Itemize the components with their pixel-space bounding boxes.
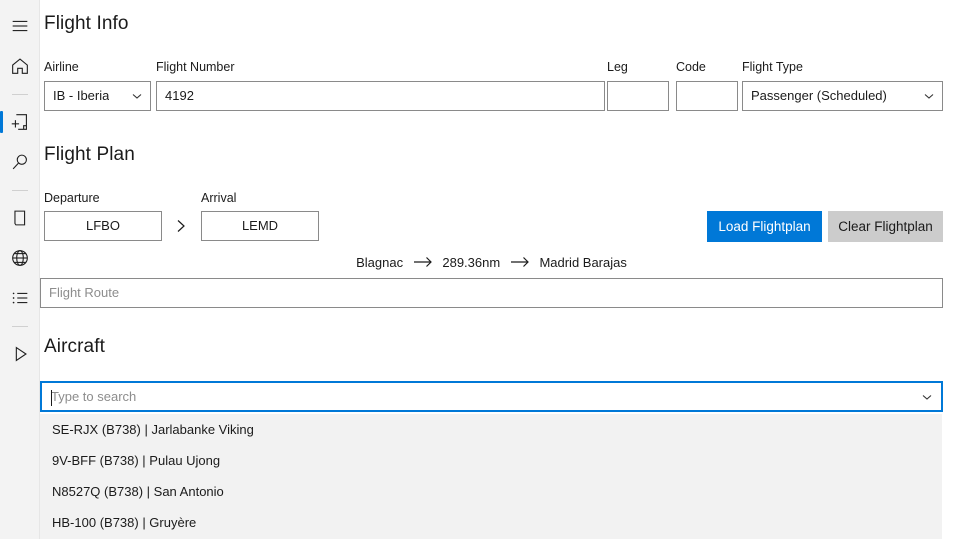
- arrival-input[interactable]: LEMD: [201, 211, 319, 241]
- globe-icon: [12, 250, 28, 266]
- sidebar-navigation: [0, 0, 40, 539]
- hamburger-menu-icon: [12, 20, 28, 32]
- route-chevron-icon: [177, 220, 185, 232]
- leg-input[interactable]: [607, 81, 669, 111]
- sidebar-separator-3: [0, 318, 40, 334]
- sidebar-separator-2: [0, 182, 40, 198]
- list-icon: [12, 292, 28, 304]
- sidebar-separator-1: [0, 86, 40, 102]
- arrival-label: Arrival: [201, 191, 237, 205]
- home-icon: [12, 58, 28, 74]
- airline-select-value: IB - Iberia: [53, 88, 110, 103]
- chevron-down-icon: [132, 94, 142, 99]
- arrow-right-icon: [413, 257, 432, 267]
- list-item[interactable]: HB-100 (B738) | Gruyère: [40, 507, 942, 538]
- document-icon: [14, 210, 26, 226]
- clear-flightplan-button[interactable]: Clear Flightplan: [828, 211, 943, 242]
- sidebar-item-network[interactable]: [0, 238, 40, 278]
- route-origin-name: Blagnac: [356, 255, 404, 270]
- flight-plan-heading: Flight Plan: [44, 144, 135, 165]
- sidebar-item-menu[interactable]: [0, 6, 40, 46]
- flight-number-input[interactable]: 4192: [156, 81, 605, 111]
- airline-select[interactable]: IB - Iberia: [44, 81, 151, 111]
- sidebar-item-new-flight[interactable]: [0, 102, 40, 142]
- flight-info-heading: Flight Info: [44, 13, 129, 34]
- list-item[interactable]: SE-RJX (B738) | Jarlabanke Viking: [40, 414, 942, 445]
- list-item[interactable]: N8527Q (B738) | San Antonio: [40, 476, 942, 507]
- main-content: Flight Info Airline IB - Iberia Flight N…: [40, 0, 967, 539]
- new-document-icon: [11, 114, 27, 130]
- search-icon: [12, 154, 27, 170]
- route-summary: Blagnac 289.36nm Madrid Barajas: [40, 255, 943, 270]
- text-caret: [51, 390, 52, 406]
- app-window: Flight Info Airline IB - Iberia Flight N…: [0, 0, 967, 539]
- route-distance: 289.36nm: [442, 255, 501, 270]
- chevron-down-icon: [924, 94, 934, 99]
- arrow-right-icon: [510, 257, 529, 267]
- flight-route-placeholder: Flight Route: [49, 285, 120, 300]
- departure-label: Departure: [44, 191, 100, 205]
- airline-label: Airline: [44, 60, 79, 74]
- route-destination-name: Madrid Barajas: [539, 255, 627, 270]
- aircraft-results-dropdown[interactable]: SE-RJX (B738) | Jarlabanke Viking 9V-BFF…: [40, 414, 942, 539]
- flight-route-input[interactable]: Flight Route: [40, 278, 943, 308]
- flight-type-label: Flight Type: [742, 60, 803, 74]
- load-flightplan-button[interactable]: Load Flightplan: [707, 211, 822, 242]
- sidebar-item-logs[interactable]: [0, 278, 40, 318]
- sidebar-item-start[interactable]: [0, 334, 40, 374]
- code-input[interactable]: [676, 81, 738, 111]
- aircraft-search-input[interactable]: Type to search: [40, 381, 943, 412]
- sidebar-item-documents[interactable]: [0, 198, 40, 238]
- sidebar-item-search[interactable]: [0, 142, 40, 182]
- leg-label: Leg: [607, 60, 628, 74]
- chevron-down-icon: [922, 394, 932, 400]
- code-label: Code: [676, 60, 706, 74]
- departure-input[interactable]: LFBO: [44, 211, 162, 241]
- aircraft-heading: Aircraft: [44, 336, 105, 357]
- aircraft-search-placeholder: Type to search: [51, 389, 137, 404]
- play-icon: [15, 346, 27, 362]
- list-item[interactable]: 9V-BFF (B738) | Pulau Ujong: [40, 445, 942, 476]
- flight-number-label: Flight Number: [156, 60, 235, 74]
- flight-type-select[interactable]: Passenger (Scheduled): [742, 81, 943, 111]
- flight-type-select-value: Passenger (Scheduled): [751, 88, 887, 103]
- sidebar-item-home[interactable]: [0, 46, 40, 86]
